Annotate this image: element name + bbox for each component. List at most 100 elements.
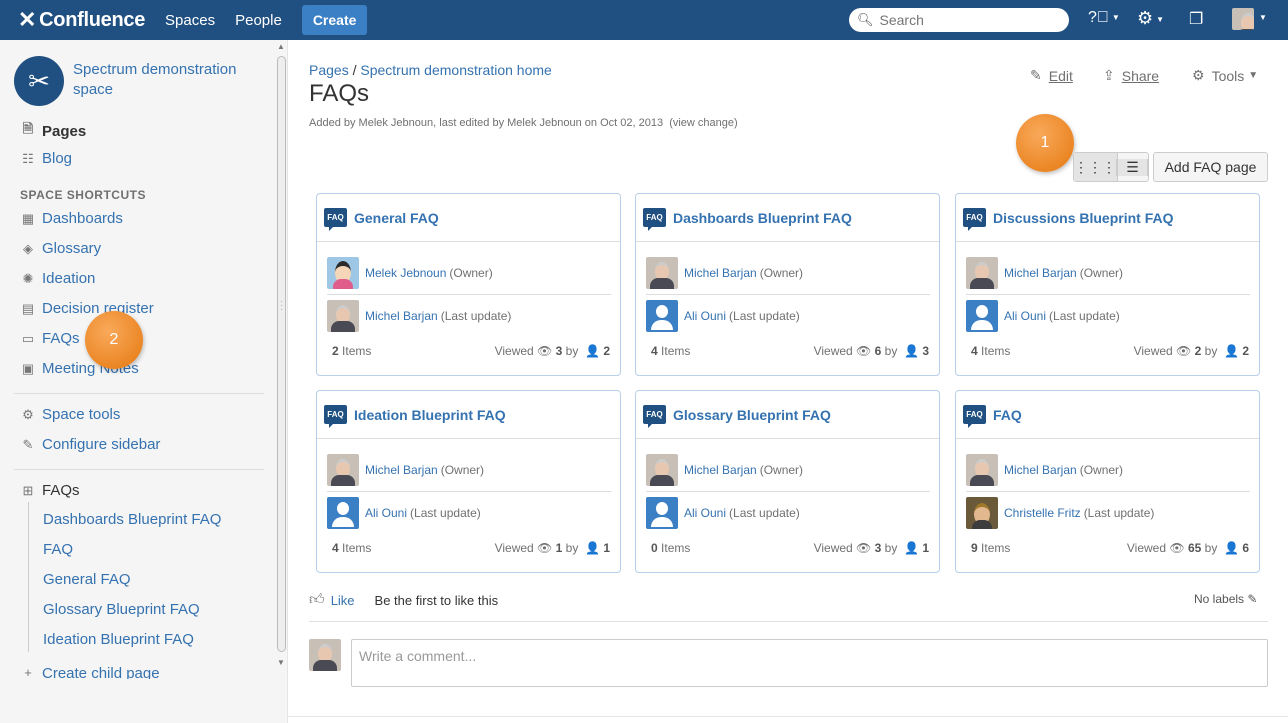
- avatar[interactable]: [327, 497, 359, 529]
- tools-menu[interactable]: ⚙ Tools ▼: [1192, 67, 1258, 84]
- create-button[interactable]: Create: [301, 5, 368, 35]
- gear-icon: ⚙: [22, 406, 34, 422]
- list-view-button[interactable]: ☰: [1118, 153, 1148, 181]
- view-change-link[interactable]: (view change): [669, 117, 737, 129]
- edit-button[interactable]: ✎ Edit: [1030, 67, 1073, 84]
- owner-link[interactable]: Michel Barjan: [365, 463, 438, 477]
- avatar[interactable]: [966, 300, 998, 332]
- people-link[interactable]: People: [235, 12, 282, 29]
- sidebar-item-ideation[interactable]: ✺ Ideation: [20, 270, 96, 287]
- updater-link[interactable]: Ali Ouni: [1004, 309, 1046, 323]
- updater-row: Christelle Fritz (Last update): [966, 497, 1154, 529]
- sidebar-item-blog[interactable]: ☷ Blog: [20, 150, 72, 167]
- avatar[interactable]: [646, 257, 678, 289]
- chevron-down-icon: ▼: [1156, 14, 1165, 24]
- space-logo[interactable]: ✂: [14, 56, 64, 106]
- sidebar-item-dashboards[interactable]: ▦ Dashboards: [20, 210, 123, 227]
- updater-link[interactable]: Ali Ouni: [684, 506, 726, 520]
- thumbs-up-icon[interactable]: 👍︎: [309, 591, 325, 609]
- faq-icon: FAQ: [324, 208, 347, 231]
- tree-item-ideation-blueprint-faq[interactable]: Ideation Blueprint FAQ: [43, 631, 194, 648]
- items-count: 9 Items: [971, 541, 1011, 555]
- tree-item-faq[interactable]: FAQ: [43, 541, 73, 558]
- tree-item-glossary-blueprint-faq[interactable]: Glossary Blueprint FAQ: [43, 601, 200, 618]
- sidebar-item-pages[interactable]: 🗎︎ Pages: [20, 120, 86, 142]
- scrollbar-thumb[interactable]: [277, 56, 286, 652]
- sidebar-scrollbar[interactable]: ▲ ▼: [275, 42, 287, 677]
- settings-menu[interactable]: ⚙ ▼: [1137, 8, 1164, 29]
- card-title-link[interactable]: General FAQ: [354, 210, 439, 226]
- comment-input[interactable]: Write a comment...: [351, 639, 1268, 687]
- faq-card: FAQ Dashboards Blueprint FAQ Michel Barj…: [635, 193, 940, 376]
- breadcrumb-pages[interactable]: Pages: [309, 62, 349, 78]
- spaces-menu[interactable]: Spaces: [165, 12, 215, 29]
- card-title-link[interactable]: Discussions Blueprint FAQ: [993, 210, 1173, 226]
- sidebar-item-glossary[interactable]: ◈ Glossary: [20, 240, 101, 257]
- card-title-link[interactable]: Ideation Blueprint FAQ: [354, 407, 506, 423]
- help-menu[interactable]: ?⃝ ▼: [1088, 9, 1120, 27]
- plus-icon: +: [24, 665, 32, 679]
- page-tree-root[interactable]: ⊞ FAQs: [20, 482, 80, 499]
- avatar[interactable]: [646, 300, 678, 332]
- grid-icon: ⋮⋮⋮: [1074, 158, 1117, 176]
- configure-sidebar-button[interactable]: ✎ Configure sidebar: [20, 436, 161, 453]
- owner-link[interactable]: Michel Barjan: [684, 463, 757, 477]
- breadcrumb-home[interactable]: Spectrum demonstration home: [360, 62, 551, 78]
- sidebar-resize-handle[interactable]: · · ·: [280, 297, 283, 315]
- eye-icon: 👁: [856, 541, 872, 555]
- avatar[interactable]: [966, 257, 998, 289]
- owner-link[interactable]: Melek Jebnoun: [365, 266, 446, 280]
- scroll-down-icon[interactable]: ▼: [277, 658, 285, 667]
- confluence-logo[interactable]: ✕ Confluence: [18, 7, 145, 33]
- avatar[interactable]: [327, 300, 359, 332]
- avatar[interactable]: [327, 454, 359, 486]
- avatar[interactable]: [966, 454, 998, 486]
- card-header: FAQ General FAQ: [317, 194, 620, 242]
- items-count: 4 Items: [332, 541, 372, 555]
- view-stats: Viewed 👁 3 by 👤 1: [813, 541, 929, 555]
- card-title-link[interactable]: Dashboards Blueprint FAQ: [673, 210, 852, 226]
- updater-link[interactable]: Ali Ouni: [365, 506, 407, 520]
- chevron-down-icon[interactable]: ▼: [1259, 13, 1267, 22]
- card-footer: 9 Items Viewed 👁 65 by 👤 6: [971, 541, 1249, 555]
- space-tools-button[interactable]: ⚙ Space tools: [20, 406, 120, 423]
- card-header: FAQ Glossary Blueprint FAQ: [636, 391, 939, 439]
- avatar[interactable]: [327, 257, 359, 289]
- add-faq-page-button[interactable]: Add FAQ page: [1153, 152, 1268, 182]
- owner-row: Michel Barjan (Owner): [327, 454, 484, 486]
- notifications-button[interactable]: ❐: [1189, 9, 1203, 29]
- search-box[interactable]: 🔍︎: [849, 8, 1069, 32]
- space-name-link[interactable]: Spectrum demonstration space: [73, 60, 263, 100]
- card-footer: 4 Items Viewed 👁 6 by 👤 3: [651, 344, 929, 358]
- user-icon: 👤: [585, 541, 600, 555]
- owner-link[interactable]: Michel Barjan: [684, 266, 757, 280]
- share-button[interactable]: ⇪ Share: [1103, 67, 1159, 84]
- user-icon: 👤: [1224, 541, 1239, 555]
- avatar[interactable]: [646, 454, 678, 486]
- pencil-icon[interactable]: ✎: [1247, 592, 1257, 606]
- tree-item-dashboards-blueprint-faq[interactable]: Dashboards Blueprint FAQ: [43, 511, 221, 528]
- faq-icon: FAQ: [963, 405, 986, 428]
- card-header: FAQ Ideation Blueprint FAQ: [317, 391, 620, 439]
- like-button[interactable]: Like: [331, 593, 355, 608]
- owner-link[interactable]: Michel Barjan: [1004, 463, 1077, 477]
- scroll-up-icon[interactable]: ▲: [277, 42, 285, 51]
- create-child-page-link[interactable]: + Create child page: [20, 665, 159, 679]
- eye-icon: 👁: [856, 344, 872, 358]
- updater-link[interactable]: Michel Barjan: [365, 309, 438, 323]
- card-title-link[interactable]: FAQ: [993, 407, 1022, 423]
- view-stats: Viewed 👁 1 by 👤 1: [494, 541, 610, 555]
- grid-view-button[interactable]: ⋮⋮⋮: [1074, 153, 1118, 181]
- avatar[interactable]: [646, 497, 678, 529]
- tree-item-general-faq[interactable]: General FAQ: [43, 571, 131, 588]
- sidebar-item-faqs[interactable]: ▭ FAQs: [20, 330, 80, 347]
- updater-link[interactable]: Christelle Fritz: [1004, 506, 1081, 520]
- sidebar-item-decision-register[interactable]: ▤ Decision register: [20, 300, 154, 317]
- user-avatar[interactable]: [1232, 8, 1254, 30]
- avatar[interactable]: [966, 497, 998, 529]
- updater-row: Ali Ouni (Last update): [646, 497, 800, 529]
- owner-link[interactable]: Michel Barjan: [1004, 266, 1077, 280]
- search-input[interactable]: [879, 12, 1060, 28]
- card-title-link[interactable]: Glossary Blueprint FAQ: [673, 407, 831, 423]
- updater-link[interactable]: Ali Ouni: [684, 309, 726, 323]
